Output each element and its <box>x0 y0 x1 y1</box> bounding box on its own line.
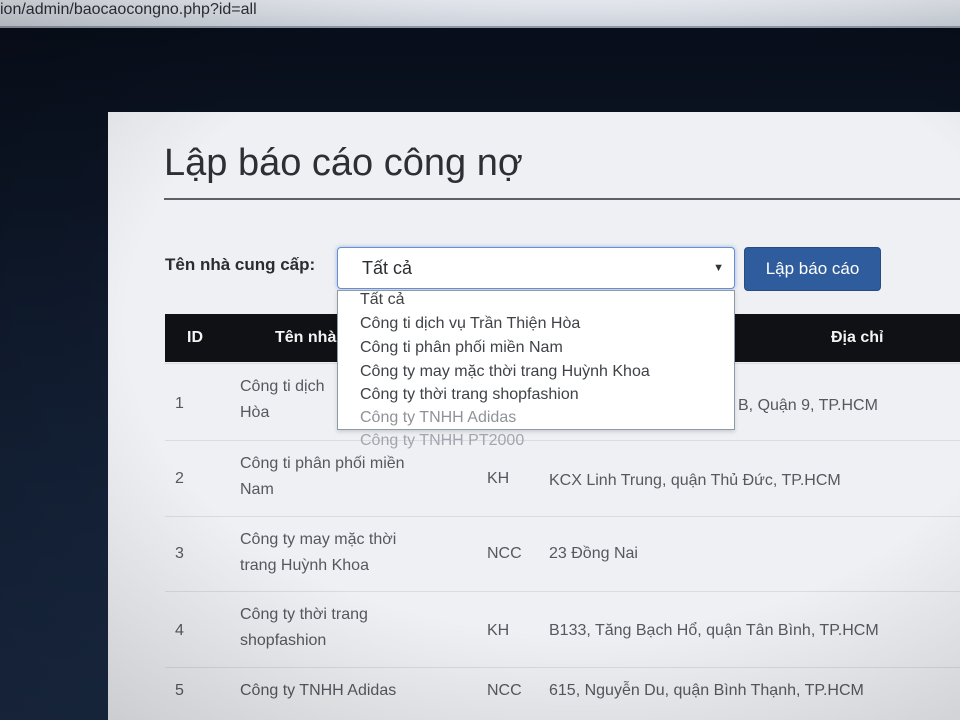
row-address: 23 Đồng Nai <box>549 545 638 562</box>
row-id: 5 <box>175 682 184 699</box>
supplier-select-value: Tất cả <box>362 258 413 278</box>
row-name-line1: Công ty TNHH Adidas <box>240 682 397 699</box>
row-address: B133, Tăng Bạch Hổ, quận Tân Bình, TP.HC… <box>549 622 879 639</box>
row-name-line1: Công ti phân phối miền <box>240 455 405 472</box>
table-row: 4 Công ty thời trang shopfashion KH B133… <box>165 591 960 667</box>
table-row: 5 Công ty TNHH Adidas NCC 615, Nguyễn Du… <box>165 667 960 720</box>
row-address: 615, Nguyễn Du, quận Bình Thạnh, TP.HCM <box>549 682 864 699</box>
dropdown-option[interactable]: Công ty TNHH Adidas <box>360 409 516 427</box>
supplier-dropdown-list: Tất cả Công ti dịch vụ Trần Thiện Hòa Cô… <box>337 290 735 449</box>
header-address: Địa chỉ <box>831 329 884 346</box>
row-name-line1: Công ti dịch <box>240 378 325 395</box>
header-id: ID <box>187 329 203 346</box>
title-divider <box>164 198 960 200</box>
row-name-line2: Hòa <box>240 404 270 421</box>
row-type: KH <box>487 470 510 487</box>
chevron-down-icon: ▼ <box>713 262 724 274</box>
supplier-select[interactable]: Tất cả ▼ <box>337 247 735 289</box>
dropdown-option[interactable]: Công ti dịch vụ Trần Thiện Hòa <box>360 315 580 333</box>
url-text: ion/admin/baocaocongno.php?id=all <box>0 1 257 18</box>
table-row: 2 Công ti phân phối miền Nam KH KCX Linh… <box>165 440 960 516</box>
row-type: NCC <box>487 545 522 562</box>
row-address: B, Quận 9, TP.HCM <box>738 397 878 414</box>
dropdown-option[interactable]: Công ty thời trang shopfashion <box>360 386 579 404</box>
dropdown-option[interactable]: Công ti phân phối miền Nam <box>360 339 563 357</box>
row-id: 3 <box>175 545 184 562</box>
page-title: Lập báo cáo công nợ <box>164 142 523 184</box>
supplier-label: Tên nhà cung cấp: <box>165 255 316 274</box>
row-id: 1 <box>175 395 184 412</box>
dropdown-option[interactable]: Công ty may mặc thời trang Huỳnh Khoa <box>360 363 650 381</box>
create-report-button[interactable]: Lập báo cáo <box>744 247 881 291</box>
row-id: 2 <box>175 470 184 487</box>
table-row: 3 Công ty may mặc thời trang Huỳnh Khoa … <box>165 516 960 591</box>
browser-address-bar[interactable]: ion/admin/baocaocongno.php?id=all <box>0 0 960 28</box>
main-panel: Lập báo cáo công nợ Tên nhà cung cấp: Tấ… <box>108 112 960 720</box>
row-name-line2: trang Huỳnh Khoa <box>240 557 369 574</box>
dropdown-option[interactable]: Tất cả <box>360 291 404 309</box>
row-type: NCC <box>487 682 522 699</box>
row-name-line2: Nam <box>240 481 274 498</box>
row-id: 4 <box>175 622 184 639</box>
row-address: KCX Linh Trung, quận Thủ Đức, TP.HCM <box>549 472 841 489</box>
header-name: Tên nhà <box>275 329 337 346</box>
row-name-line2: shopfashion <box>240 632 327 649</box>
row-type: KH <box>487 622 510 639</box>
row-name-line1: Công ty thời trang <box>240 606 368 623</box>
row-name-line1: Công ty may mặc thời <box>240 531 397 548</box>
dropdown-option[interactable]: Công ty TNHH PT2000 <box>360 432 524 450</box>
